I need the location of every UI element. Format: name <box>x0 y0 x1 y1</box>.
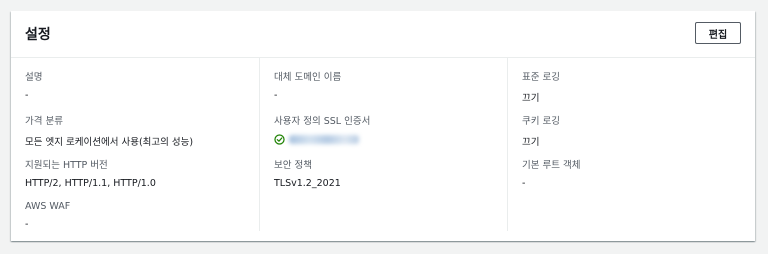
settings-columns: 설명 - 가격 분류 모든 엣지 로케이션에서 사용(최고의 성능) 지원되는 … <box>11 58 755 241</box>
panel-title: 설정 <box>25 27 51 43</box>
price-class-label: 가격 분류 <box>25 116 63 127</box>
ssl-cert-value <box>274 134 370 145</box>
aws-waf-label: AWS WAF <box>25 201 71 212</box>
settings-column-2: 대체 도메인 이름 - 사용자 정의 SSL 인증서 보안 정책 TLSv1.2… <box>259 58 508 231</box>
description-label: 설명 <box>25 72 43 83</box>
check-circle-icon <box>274 134 285 145</box>
http-versions-value: HTTP/2, HTTP/1.1, HTTP/1.0 <box>25 178 156 189</box>
standard-logging-label: 표준 로깅 <box>522 72 560 83</box>
price-class-value: 모든 엣지 로케이션에서 사용(최고의 성능) <box>25 137 194 148</box>
cookie-logging-field: 쿠키 로깅 끄기 <box>522 113 560 148</box>
description-field: 설명 - <box>25 69 42 101</box>
alternate-domain-field: 대체 도메인 이름 - <box>274 69 341 101</box>
panel-header: 설정 편집 <box>11 11 755 58</box>
alternate-domain-label: 대체 도메인 이름 <box>274 72 342 83</box>
aws-waf-field: AWS WAF - <box>25 201 70 230</box>
price-class-field: 가격 분류 모든 엣지 로케이션에서 사용(최고의 성능) <box>25 113 193 148</box>
redacted-certificate-name[interactable] <box>289 135 359 144</box>
http-versions-label: 지원되는 HTTP 버전 <box>25 160 108 171</box>
default-root-object-value: - <box>522 178 526 189</box>
ssl-cert-label: 사용자 정의 SSL 인증서 <box>274 116 371 127</box>
ssl-cert-field: 사용자 정의 SSL 인증서 <box>274 113 370 145</box>
settings-column-1: 설명 - 가격 분류 모든 엣지 로케이션에서 사용(최고의 성능) 지원되는 … <box>25 58 259 231</box>
description-value: - <box>25 90 29 101</box>
security-policy-field: 보안 정책 TLSv1.2_2021 <box>274 157 341 189</box>
cookie-logging-label: 쿠키 로깅 <box>522 116 560 127</box>
alternate-domain-value: - <box>274 90 278 101</box>
standard-logging-value: 끄기 <box>522 93 540 104</box>
http-versions-field: 지원되는 HTTP 버전 HTTP/2, HTTP/1.1, HTTP/1.0 <box>25 157 156 189</box>
aws-waf-value: - <box>25 219 29 230</box>
edit-button[interactable]: 편집 <box>695 22 741 44</box>
standard-logging-field: 표준 로깅 끄기 <box>522 69 560 104</box>
cookie-logging-value: 끄기 <box>522 137 540 148</box>
default-root-object-field: 기본 루트 객체 - <box>522 157 580 189</box>
settings-panel: 설정 편집 설명 - 가격 분류 모든 엣지 로케이션에서 사용(최고의 성능)… <box>11 11 755 241</box>
settings-column-3: 표준 로깅 끄기 쿠키 로깅 끄기 기본 루트 객체 - <box>507 58 742 231</box>
security-policy-label: 보안 정책 <box>274 160 312 171</box>
security-policy-value: TLSv1.2_2021 <box>274 178 341 189</box>
default-root-object-label: 기본 루트 객체 <box>522 160 581 171</box>
